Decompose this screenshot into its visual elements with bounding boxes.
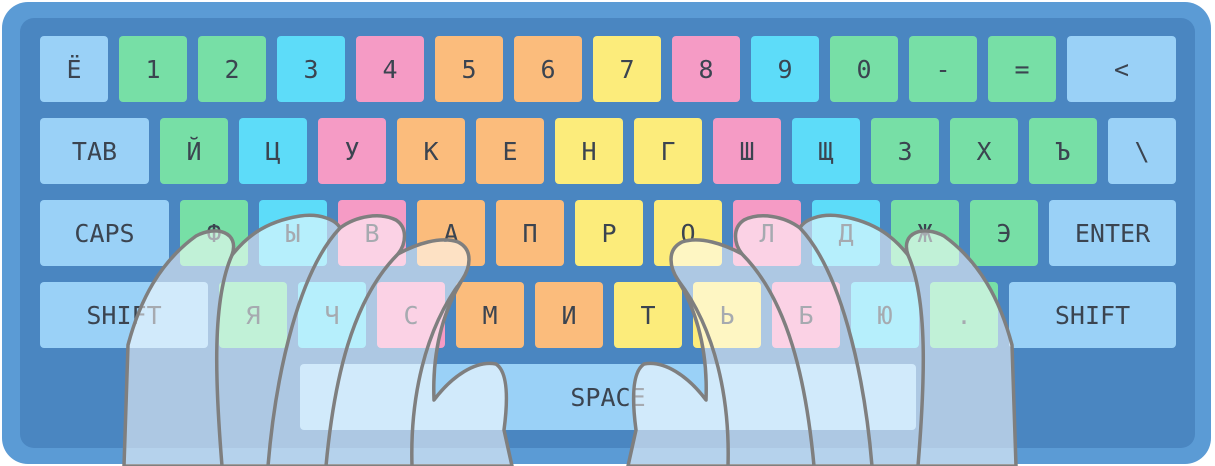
left-hand-icon [122, 213, 514, 466]
right-hand-icon [626, 213, 1018, 466]
hands-overlay [122, 213, 1018, 466]
keyboard-illustration: Ё 1 2 3 4 5 6 7 8 9 0 - = < TAB Й Ц У К … [0, 0, 1215, 466]
